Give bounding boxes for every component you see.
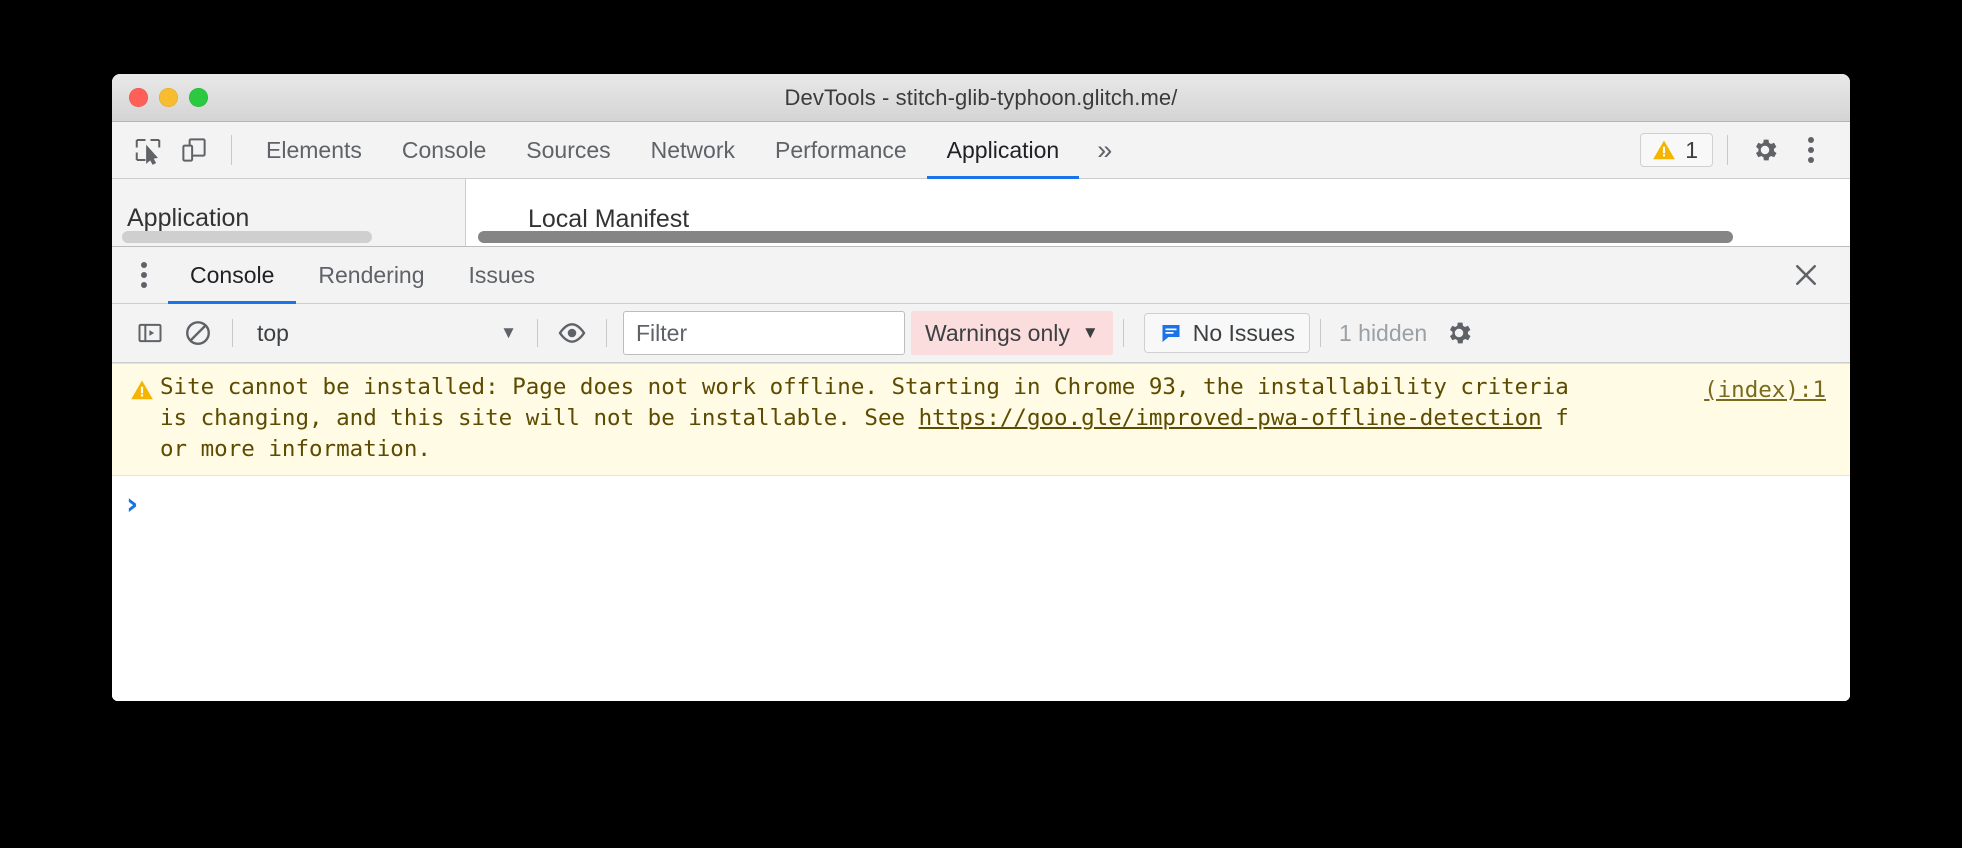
- gear-icon[interactable]: [1435, 311, 1483, 355]
- tab-application[interactable]: Application: [926, 122, 1080, 179]
- inspect-element-icon[interactable]: [125, 129, 171, 171]
- tab-console[interactable]: Console: [382, 122, 506, 179]
- drawer-tab-rendering[interactable]: Rendering: [296, 247, 446, 304]
- minimize-window-button[interactable]: [159, 88, 178, 107]
- warnings-badge[interactable]: 1: [1640, 133, 1713, 167]
- window-title: DevTools - stitch-glib-typhoon.glitch.me…: [784, 84, 1178, 110]
- console-prompt[interactable]: ›: [112, 476, 1850, 534]
- application-sidebar-title: Application: [127, 204, 250, 232]
- hidden-messages-count: 1 hidden: [1338, 319, 1428, 346]
- toolbar-divider: [231, 135, 232, 165]
- log-level-value: Warnings only: [925, 319, 1070, 346]
- window-titlebar: DevTools - stitch-glib-typhoon.glitch.me…: [112, 74, 1850, 122]
- application-panel-sidebar: Application: [112, 179, 466, 246]
- chevron-down-icon: ▼: [500, 323, 517, 342]
- console-toolbar: top ▼ Warnings only ▼: [112, 304, 1850, 363]
- close-window-button[interactable]: [129, 88, 148, 107]
- zoom-window-button[interactable]: [189, 88, 208, 107]
- console-prompt-caret-icon: ›: [126, 487, 139, 522]
- console-toolbar-divider-5: [1319, 319, 1321, 347]
- drawer-kebab-menu-icon[interactable]: [120, 251, 168, 299]
- screen: DevTools - stitch-glib-typhoon.glitch.me…: [0, 0, 1962, 848]
- issues-button[interactable]: No Issues: [1143, 313, 1310, 353]
- close-icon[interactable]: [1784, 253, 1828, 297]
- tab-sources[interactable]: Sources: [506, 122, 630, 179]
- execution-context-selector[interactable]: top ▼: [243, 311, 527, 355]
- devtools-drawer: Console Rendering Issues top ▼ Filter Wa…: [112, 246, 1850, 701]
- console-message-area: Site cannot be installed: Page does not …: [112, 363, 1850, 701]
- tab-performance[interactable]: Performance: [755, 122, 927, 179]
- warnings-count: 1: [1685, 136, 1698, 163]
- issues-label: No Issues: [1192, 319, 1295, 346]
- tabbar-right-controls: 1: [1640, 122, 1850, 179]
- log-level-selector[interactable]: Warnings only ▼: [911, 311, 1113, 355]
- application-panel-sliver: Application Local Manifest: [112, 179, 1850, 246]
- devtools-window: DevTools - stitch-glib-typhoon.glitch.me…: [112, 74, 1850, 701]
- console-toolbar-divider-3: [606, 319, 607, 347]
- tab-elements[interactable]: Elements: [246, 122, 382, 179]
- console-toolbar-divider-1: [232, 319, 233, 347]
- chevron-down-icon: ▼: [1081, 323, 1099, 342]
- drawer-tab-console[interactable]: Console: [168, 247, 297, 304]
- console-warning-text: Site cannot be installed: Page does not …: [160, 372, 1850, 465]
- devtools-tabbar: Elements Console Sources Network Perform…: [112, 122, 1850, 179]
- console-warning-message[interactable]: Site cannot be installed: Page does not …: [112, 363, 1850, 476]
- execution-context-value: top: [257, 319, 289, 346]
- warning-link[interactable]: https://goo.gle/improved-pwa-offline-det…: [919, 405, 1542, 431]
- traffic-lights: [129, 74, 208, 121]
- more-tabs-icon[interactable]: »: [1079, 122, 1130, 179]
- console-toolbar-divider-4: [1122, 319, 1124, 347]
- filter-input[interactable]: [623, 311, 905, 355]
- clear-console-icon[interactable]: [174, 311, 222, 355]
- tab-network[interactable]: Network: [631, 122, 755, 179]
- warning-triangle-icon: [131, 380, 153, 400]
- console-sidebar-icon[interactable]: [126, 311, 174, 355]
- application-panel-content: Local Manifest: [466, 179, 1850, 246]
- issues-message-icon: [1162, 325, 1180, 342]
- application-content-title: Local Manifest: [528, 205, 690, 233]
- device-toolbar-icon[interactable]: [171, 129, 217, 171]
- console-toolbar-divider-2: [537, 319, 538, 347]
- drawer-tab-issues[interactable]: Issues: [447, 247, 557, 304]
- gear-icon[interactable]: [1742, 129, 1788, 171]
- console-message-source-link[interactable]: (index):1: [1704, 375, 1826, 406]
- live-expression-eye-icon[interactable]: [548, 311, 596, 355]
- content-horizontal-scrollbar[interactable]: [478, 231, 1733, 243]
- toolbar-divider-right: [1727, 135, 1728, 165]
- sidebar-horizontal-scrollbar[interactable]: [122, 231, 372, 243]
- warning-triangle-icon: [1653, 140, 1676, 160]
- kebab-menu-icon[interactable]: [1788, 129, 1834, 171]
- drawer-tabbar: Console Rendering Issues: [112, 247, 1850, 304]
